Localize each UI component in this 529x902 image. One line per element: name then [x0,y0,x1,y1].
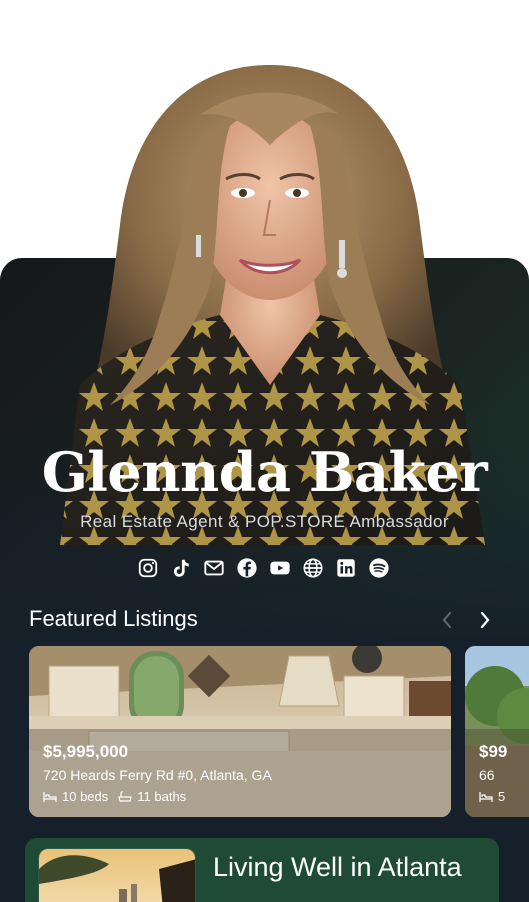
profile-subtitle: Real Estate Agent & POP.STORE Ambassador [80,512,449,531]
listing-beds: 5 [479,789,505,804]
listing-beds-text: 5 [498,789,506,804]
listing-address: 66 [479,767,495,783]
listing-address: 720 Heards Ferry Rd #0, Atlanta, GA [43,767,272,783]
listing-baths-text: 11 baths [137,789,187,804]
listing-specs: 10 beds 11 baths [43,789,186,804]
blog-card[interactable]: Living Well in Atlanta [25,838,499,902]
listing-price: $99 [479,742,508,761]
blog-image [38,848,196,902]
profile-name: Glennda Baker [41,440,488,504]
chevron-right-icon [480,611,490,629]
bed-icon [479,791,493,802]
social-links [136,556,391,580]
bed-icon [43,791,57,802]
linkedin-icon[interactable] [334,556,358,580]
chevron-left-icon [442,612,451,628]
listing-baths: 11 baths [118,789,186,804]
blog-title: Living Well in Atlanta [213,852,462,882]
globe-icon[interactable] [301,556,325,580]
listing-beds: 10 beds [43,789,108,804]
listing-card[interactable]: $99 66 5 [465,646,529,817]
listing-price: $5,995,000 [43,742,129,761]
spotify-icon[interactable] [367,556,391,580]
instagram-icon[interactable] [136,556,160,580]
listing-beds-text: 10 beds [62,789,109,804]
carousel-prev-button[interactable] [437,608,457,632]
facebook-icon[interactable] [235,556,259,580]
carousel-next-button[interactable] [475,608,495,632]
bath-icon [118,790,133,802]
featured-listings-title: Featured Listings [29,606,198,631]
email-icon[interactable] [202,556,226,580]
listing-specs: 5 [479,789,505,804]
tiktok-icon[interactable] [169,556,193,580]
listing-card[interactable]: $5,995,000 720 Heards Ferry Rd #0, Atlan… [29,646,451,817]
youtube-icon[interactable] [268,556,292,580]
